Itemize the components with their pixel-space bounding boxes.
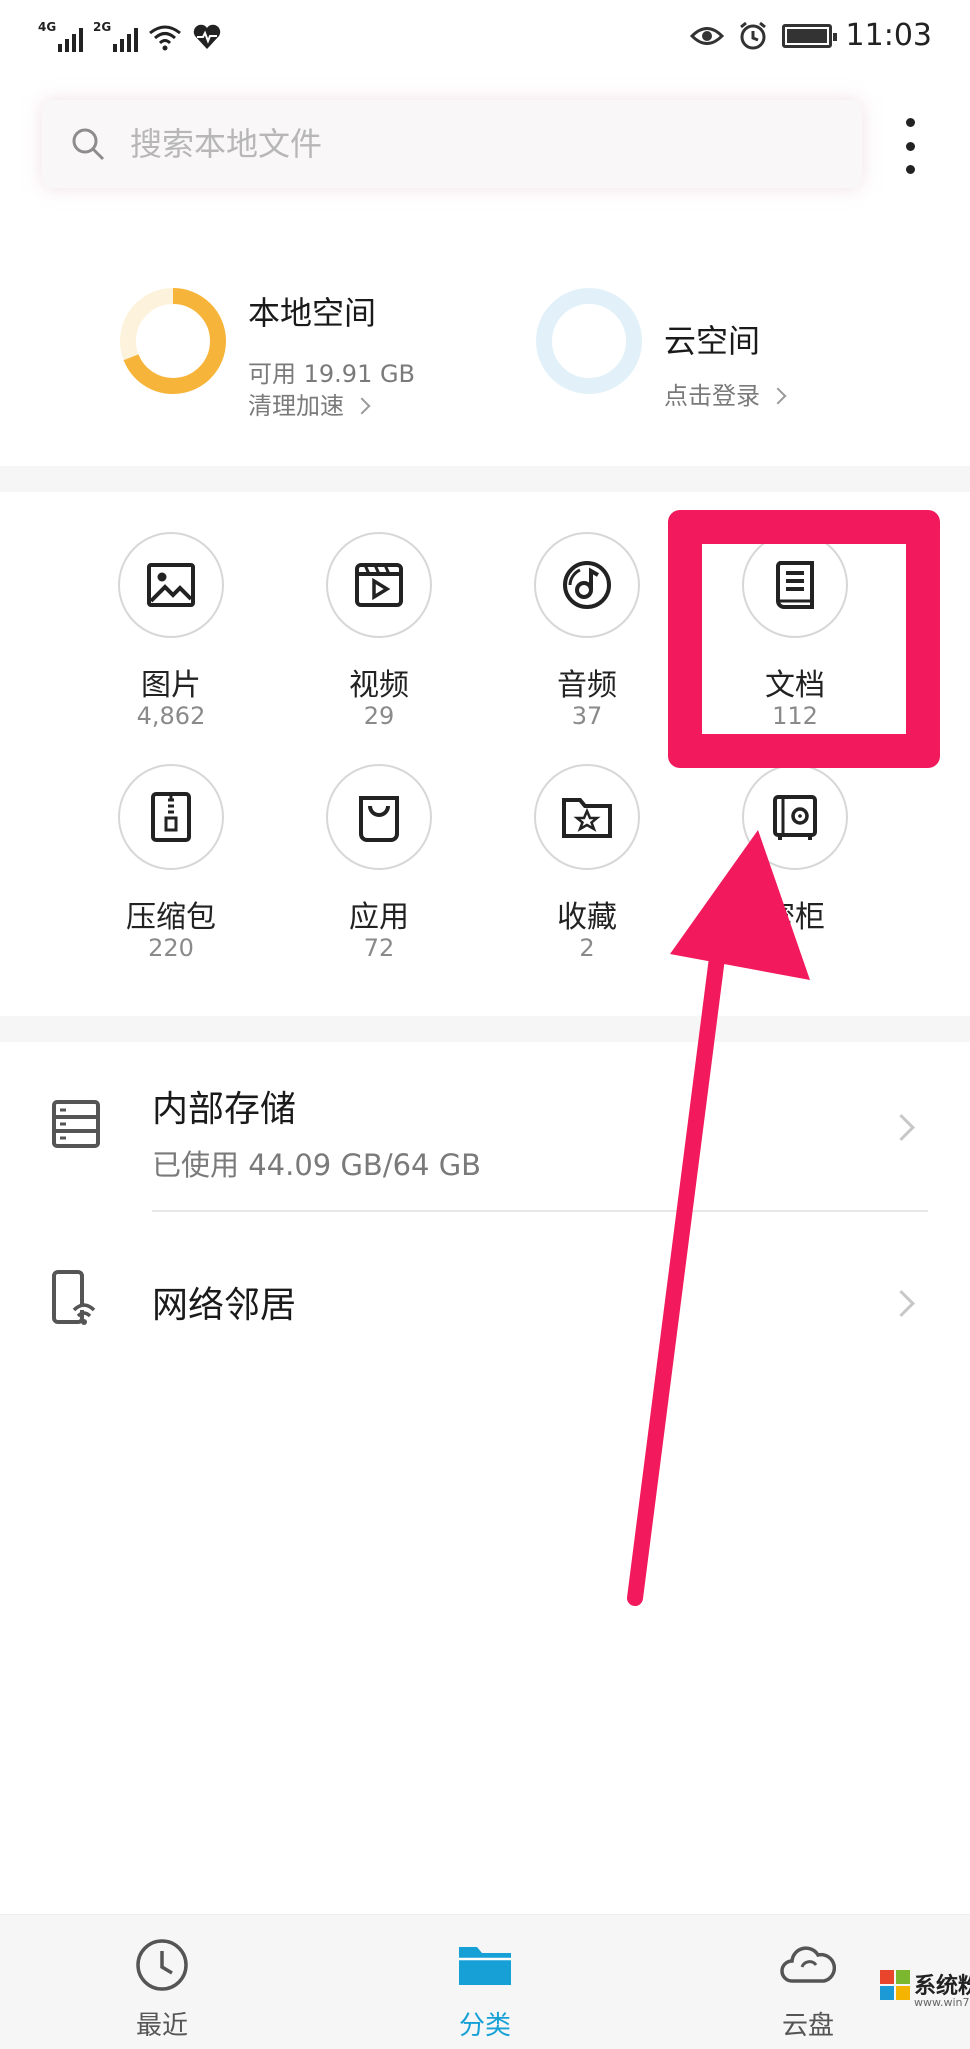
chevron-right-icon bbox=[888, 1290, 915, 1317]
chevron-right-icon bbox=[888, 1114, 915, 1141]
storage-icon bbox=[52, 1100, 100, 1148]
music-icon bbox=[563, 561, 611, 609]
search-icon bbox=[72, 128, 105, 161]
category-videos[interactable]: 视频 29 bbox=[290, 532, 470, 732]
tab-cloud-drive[interactable]: 云盘 bbox=[708, 1915, 908, 2049]
chevron-right-icon bbox=[769, 387, 787, 405]
battery-icon bbox=[781, 23, 837, 48]
clock-icon bbox=[136, 1939, 188, 1991]
more-options-icon[interactable] bbox=[890, 118, 930, 174]
video-icon bbox=[355, 563, 403, 607]
category-apps[interactable]: 应用 72 bbox=[290, 764, 470, 964]
list-item-internal-storage[interactable]: 内部存储 已使用 44.09 GB/64 GB bbox=[0, 1060, 970, 1210]
clean-speedup-link[interactable]: 清理加速 bbox=[248, 386, 371, 421]
category-safe[interactable]: 密柜 bbox=[706, 764, 886, 964]
cloud-space-card[interactable]: 云空间 点击登录 bbox=[534, 280, 934, 410]
app-bag-icon bbox=[359, 796, 399, 842]
tab-category[interactable]: 分类 bbox=[385, 1915, 585, 2049]
network-neighbor-icon bbox=[52, 1270, 96, 1325]
category-favorites[interactable]: 收藏 2 bbox=[498, 764, 678, 964]
cloud-icon bbox=[780, 1946, 836, 1983]
folder-icon bbox=[459, 1947, 511, 1985]
highlight-annotation-box bbox=[668, 510, 940, 768]
list-separator bbox=[152, 1210, 928, 1212]
cell-signal-icon-2: 2G bbox=[93, 20, 138, 52]
category-archives[interactable]: 压缩包 220 bbox=[82, 764, 262, 964]
search-input[interactable] bbox=[128, 124, 732, 164]
category-images[interactable]: 图片 4,862 bbox=[82, 532, 262, 732]
cell-signal-icon: 4G bbox=[38, 20, 83, 52]
cloud-login-link[interactable]: 点击登录 bbox=[664, 376, 787, 411]
image-icon bbox=[147, 563, 195, 607]
cloud-space-ring bbox=[536, 288, 642, 394]
favorite-folder-icon bbox=[562, 798, 612, 838]
local-space-available: 可用 19.91 GB bbox=[248, 360, 416, 388]
cloud-space-title: 云空间 bbox=[664, 322, 761, 360]
category-audio[interactable]: 音频 37 bbox=[498, 532, 678, 732]
bottom-navigation: 最近 分类 云盘 bbox=[0, 1914, 970, 2049]
wifi-icon bbox=[149, 25, 181, 51]
local-space-ring bbox=[120, 288, 226, 394]
local-space-card[interactable]: 本地空间 可用 19.91 GB 清理加速 bbox=[118, 280, 518, 420]
alarm-icon bbox=[739, 21, 766, 49]
safe-icon bbox=[773, 795, 817, 840]
section-divider-2 bbox=[0, 1016, 970, 1042]
zip-icon bbox=[151, 792, 191, 842]
health-heart-icon bbox=[193, 24, 221, 49]
list-item-network-neighbor[interactable]: 网络邻居 bbox=[0, 1240, 970, 1360]
section-divider bbox=[0, 466, 970, 492]
watermark-logo: 系统粉 www.win7999.com bbox=[880, 1966, 970, 2046]
storage-summary: 本地空间 可用 19.91 GB 清理加速 云空间 点击登录 bbox=[0, 260, 970, 420]
tab-recent[interactable]: 最近 bbox=[62, 1915, 262, 2049]
chevron-right-icon bbox=[353, 397, 371, 415]
clock-time: 11:03 bbox=[845, 18, 932, 53]
eye-icon bbox=[689, 26, 724, 45]
search-bar[interactable] bbox=[42, 100, 862, 188]
local-space-title: 本地空间 bbox=[248, 294, 377, 332]
status-bar: 4G 2G 11:03 bbox=[0, 0, 970, 80]
